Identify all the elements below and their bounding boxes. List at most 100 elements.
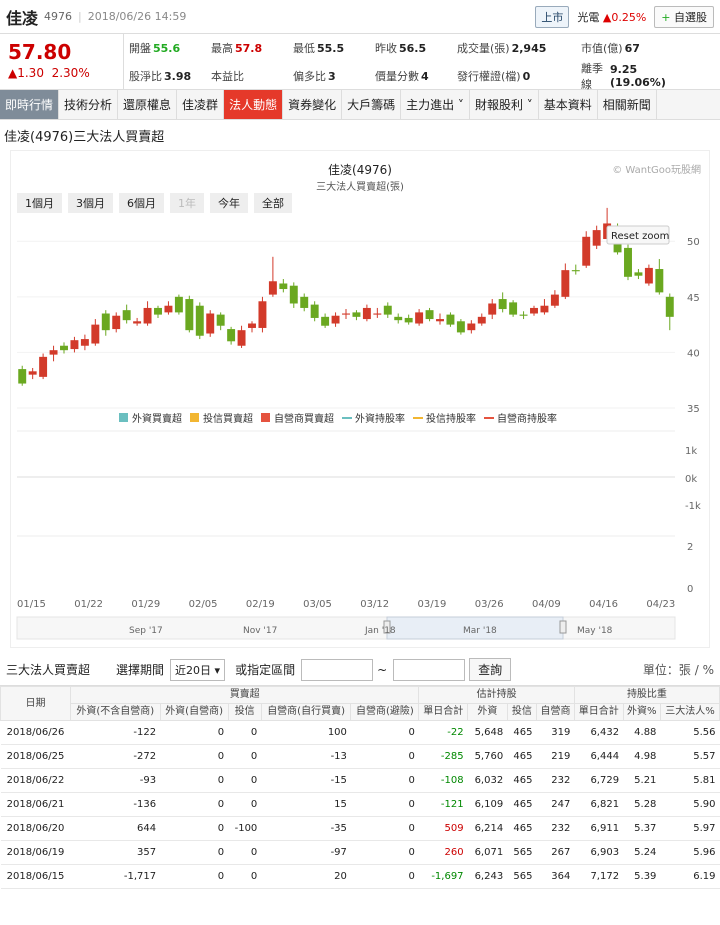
table-cell: 5.24 bbox=[623, 840, 661, 865]
table-cell: 247 bbox=[536, 792, 575, 817]
tab-2[interactable]: 還原權息 bbox=[118, 90, 178, 119]
table-cell: 2018/06/20 bbox=[0, 816, 71, 841]
candle-body bbox=[342, 313, 350, 315]
tab-5[interactable]: 資券變化 bbox=[283, 90, 343, 119]
candle-body bbox=[289, 285, 298, 304]
x-tick-label: 02/05 bbox=[189, 599, 218, 610]
table-cell: 4.88 bbox=[623, 720, 661, 745]
plus-icon: + bbox=[661, 10, 671, 24]
table-cell: 4.98 bbox=[623, 744, 661, 769]
reset-zoom-label: Reset zoom bbox=[611, 231, 669, 242]
x-tick-label: 04/09 bbox=[532, 599, 561, 610]
tab-6[interactable]: 大戶籌碼 bbox=[342, 90, 402, 119]
tab-10[interactable]: 相關新聞 bbox=[598, 90, 657, 119]
candle-body bbox=[530, 307, 538, 314]
table-cell: 465 bbox=[507, 720, 537, 745]
stat-1: 最高 57.8 bbox=[211, 41, 263, 56]
legend-item: 自營商持股率 bbox=[497, 412, 557, 425]
ratio-tick-label: 2 bbox=[687, 542, 693, 553]
period-label: 選擇期間 bbox=[116, 663, 165, 677]
navigator-handle-right[interactable] bbox=[559, 620, 567, 634]
candle-body bbox=[634, 272, 643, 276]
group-ratio: 持股比重 bbox=[573, 686, 720, 704]
end-date-input[interactable] bbox=[393, 658, 466, 681]
candle-body bbox=[185, 299, 194, 331]
table-cell: 0 bbox=[228, 744, 262, 769]
add-watchlist-button[interactable]: + 自選股 bbox=[654, 5, 714, 28]
stock-name: 佳凌 bbox=[6, 8, 39, 28]
tab-4[interactable]: 法人動態 bbox=[224, 90, 284, 119]
table-cell: 0 bbox=[228, 720, 262, 745]
table-cell: 2018/06/22 bbox=[0, 768, 71, 793]
candle-body bbox=[39, 356, 48, 377]
tab-3[interactable]: 佳凌群 bbox=[177, 90, 225, 119]
sub-header-9: 單日合計 bbox=[573, 703, 624, 721]
candle-body bbox=[665, 296, 674, 317]
unit-label: 單位：張 / % bbox=[642, 663, 714, 677]
candle-body bbox=[310, 304, 319, 318]
stat-9: 價量分數 4 bbox=[375, 69, 429, 84]
candle-body bbox=[415, 312, 424, 324]
table-cell: -100 bbox=[228, 816, 262, 841]
x-tick-label: 01/29 bbox=[131, 599, 160, 610]
tab-8[interactable]: 財報股利 ˅ bbox=[470, 90, 539, 119]
table-body: 2018/06/26 -122 0 0 100 0 -22 5,648 465 319 6,432 4… bbox=[0, 720, 720, 889]
tab-1[interactable]: 技術分析 bbox=[59, 90, 119, 119]
candle-body bbox=[321, 316, 330, 326]
institutional-chart: 佳凌(4976) 三大法人買賣超(張) © WantGoo玩股網 1個月 3個月 6… bbox=[10, 150, 710, 648]
chart-canvas[interactable]: 50 45 40 35 Reset zoom 外資買賣超 投信買賣超 自營商買賣超 外資持股率 投… bbox=[11, 151, 709, 647]
table-cell: 2018/06/25 bbox=[0, 744, 71, 769]
tab-0[interactable]: 即時行情 bbox=[0, 90, 60, 119]
table-cell: 20 bbox=[261, 864, 351, 889]
candle-body bbox=[206, 313, 215, 334]
table-cell: 6,444 bbox=[574, 744, 624, 769]
candle-body bbox=[154, 307, 162, 315]
tab-7[interactable]: 主力進出 ˅ bbox=[401, 90, 470, 119]
x-tick-label: 01/15 bbox=[17, 599, 46, 610]
start-date-input[interactable] bbox=[301, 658, 374, 681]
table-cell: 260 bbox=[418, 840, 468, 865]
sub-header-2: 投信 bbox=[227, 703, 262, 721]
table-cell: 465 bbox=[507, 792, 537, 817]
stock-header: 佳凌 4976 | 2018/06/26 14:59 上市 光電 ▲0.25% … bbox=[0, 0, 720, 34]
candle-body bbox=[488, 303, 497, 315]
tab-9[interactable]: 基本資料 bbox=[539, 90, 598, 119]
table-cell: 0 bbox=[160, 816, 229, 841]
query-button[interactable]: 查詢 bbox=[469, 658, 512, 681]
candle-body bbox=[477, 316, 486, 324]
ratio-tick-label: 0 bbox=[687, 584, 693, 595]
table-cell: 465 bbox=[507, 768, 537, 793]
stat-11: 離季線 9.25 (19.06%) bbox=[581, 62, 666, 91]
table-cell: -1,717 bbox=[70, 864, 161, 889]
stat-7: 本益比 bbox=[211, 70, 244, 83]
table-cell: 565 bbox=[507, 864, 537, 889]
industry-link[interactable]: 光電 ▲0.25% bbox=[577, 9, 646, 25]
legend-item: 外資持股率 bbox=[355, 412, 405, 425]
table-cell: 5,760 bbox=[467, 744, 508, 769]
col-date: 日期 bbox=[0, 686, 71, 721]
table-cell: 267 bbox=[536, 840, 575, 865]
table-cell: -272 bbox=[70, 744, 161, 769]
table-row: 2018/06/20 644 0 -100 -35 0 509 6,214 465 232 6,91… bbox=[0, 816, 720, 841]
legend-swatch bbox=[119, 413, 128, 422]
candle-body bbox=[227, 329, 236, 342]
price-tick-label: 45 bbox=[687, 293, 700, 304]
table-cell: 5.97 bbox=[660, 816, 720, 841]
x-tick-label: 01/22 bbox=[74, 599, 103, 610]
table-cell: 5.21 bbox=[623, 768, 661, 793]
range-tilde: ~ bbox=[377, 662, 388, 677]
period-select[interactable]: 近20日 ▾ bbox=[170, 658, 226, 681]
table-cell: 465 bbox=[507, 816, 537, 841]
table-cell: 5.37 bbox=[623, 816, 661, 841]
table-cell: -108 bbox=[418, 768, 468, 793]
candle-body bbox=[498, 299, 507, 310]
industry-change: ▲0.25% bbox=[602, 10, 647, 24]
table-cell: 5.81 bbox=[660, 768, 720, 793]
candle-body bbox=[561, 270, 570, 297]
x-tick-label: 04/23 bbox=[646, 599, 675, 610]
x-tick-label: 03/19 bbox=[418, 599, 447, 610]
sub-header-6: 外資 bbox=[467, 703, 508, 721]
market-badge[interactable]: 上市 bbox=[535, 5, 570, 28]
sub-header-1: 外資(自營商) bbox=[159, 703, 229, 721]
table-cell: -122 bbox=[70, 720, 161, 745]
